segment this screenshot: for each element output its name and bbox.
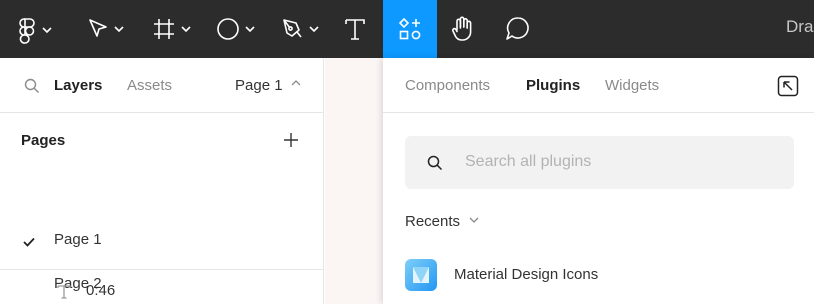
frame-tool-button[interactable] <box>150 0 196 58</box>
tab-assets[interactable]: Assets <box>127 77 172 95</box>
pages-title: Pages <box>21 132 66 149</box>
check-icon <box>23 237 35 247</box>
top-toolbar: Dra <box>0 0 814 58</box>
figma-logo-icon <box>19 18 52 44</box>
plugin-search-box[interactable] <box>405 136 794 189</box>
comment-icon <box>506 17 529 40</box>
resources-popup: Components Plugins Widgets Recents <box>383 58 814 304</box>
file-title[interactable]: Dra <box>786 17 813 37</box>
pen-tool-button[interactable] <box>278 0 324 58</box>
ellipse-icon <box>217 18 255 40</box>
tab-widgets[interactable]: Widgets <box>605 77 659 95</box>
main-menu-button[interactable] <box>12 0 56 58</box>
left-panel: Layers Assets Page 1 Pages Page 1 Page 2 <box>0 58 324 304</box>
search-icon <box>24 78 39 93</box>
resources-button[interactable] <box>383 0 437 58</box>
left-panel-tabs: Layers Assets Page 1 <box>0 58 324 113</box>
page-item-1[interactable]: Page 1 <box>0 220 324 264</box>
collapse-popup-button[interactable] <box>777 75 799 102</box>
text-layer-icon <box>57 285 71 299</box>
recents-dropdown[interactable]: Recents <box>405 213 479 231</box>
page-selector[interactable]: Page 1 <box>235 77 301 95</box>
page-item-label: Page 1 <box>54 231 102 248</box>
chevron-up-icon <box>291 80 301 86</box>
material-design-icon <box>405 259 437 291</box>
comment-tool-button[interactable] <box>503 0 533 58</box>
add-page-button[interactable] <box>283 132 299 153</box>
hash-frame-icon <box>154 19 191 39</box>
hand-icon <box>452 16 472 41</box>
layer-row[interactable]: 0:46 <box>0 271 324 304</box>
resources-icon <box>398 17 421 40</box>
shape-tool-button[interactable] <box>214 0 260 58</box>
search-icon <box>427 155 443 171</box>
plugin-search-input[interactable] <box>465 152 765 172</box>
search-layers-button[interactable] <box>24 78 40 99</box>
hand-tool-button[interactable] <box>448 0 478 58</box>
text-icon <box>345 19 365 40</box>
pages-section: Pages Page 1 Page 2 <box>0 114 324 292</box>
recents-label: Recents <box>405 213 461 230</box>
plugin-item[interactable]: Material Design Icons <box>383 252 814 298</box>
chevron-down-icon <box>470 217 479 223</box>
plus-icon <box>284 133 298 147</box>
move-tool-button[interactable] <box>84 0 130 58</box>
tab-components[interactable]: Components <box>405 77 490 95</box>
collapse-icon <box>777 75 799 97</box>
layer-label: 0:46 <box>86 282 116 299</box>
tab-layers[interactable]: Layers <box>54 77 102 95</box>
tab-plugins[interactable]: Plugins <box>526 77 580 95</box>
cursor-icon <box>89 19 124 37</box>
canvas[interactable] <box>325 58 383 304</box>
plugin-name: Material Design Icons <box>454 266 599 283</box>
page-selector-label: Page 1 <box>235 77 283 94</box>
pen-icon <box>283 19 319 38</box>
chevron-down-icon <box>42 27 52 34</box>
resources-tabs: Components Plugins Widgets <box>383 58 814 113</box>
text-tool-button[interactable] <box>340 0 370 58</box>
